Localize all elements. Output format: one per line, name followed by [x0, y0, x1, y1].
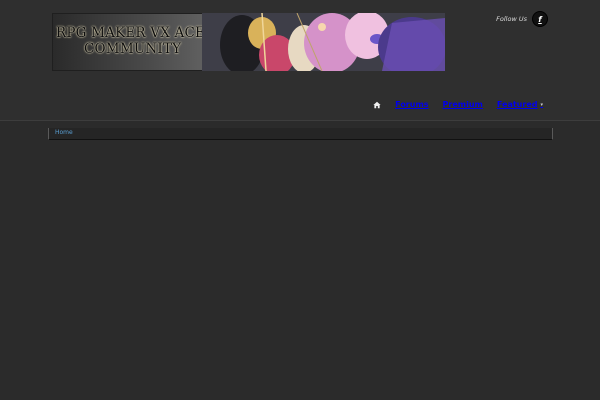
- nav-item-forums-label: Forums: [395, 100, 429, 109]
- home-icon: [373, 101, 381, 108]
- site-header: RPG MAKER VX ACE COMMUNITY Follow Us f F…: [0, 0, 600, 120]
- follow-us: Follow Us f: [496, 12, 547, 26]
- facebook-icon[interactable]: f: [533, 12, 547, 26]
- site-banner-logo[interactable]: RPG MAKER VX ACE COMMUNITY: [52, 13, 445, 71]
- nav-item-featured[interactable]: Featured ▾: [490, 96, 550, 113]
- nav-item-forums[interactable]: Forums: [388, 96, 435, 113]
- nav-item-premium[interactable]: Premium: [436, 96, 490, 113]
- chevron-down-icon: ▾: [540, 101, 543, 108]
- facebook-glyph: f: [538, 14, 542, 24]
- header-divider: [0, 120, 600, 121]
- nav-item-featured-label: Featured: [496, 100, 538, 109]
- breadcrumb: Home: [48, 128, 553, 140]
- nav-item-premium-label: Premium: [442, 100, 483, 109]
- nav-home-button[interactable]: [366, 97, 388, 113]
- main-navigation: Forums Premium Featured ▾: [366, 96, 550, 113]
- follow-us-label: Follow Us: [496, 15, 527, 23]
- banner-characters-artwork: [202, 13, 445, 71]
- breadcrumb-home-link[interactable]: Home: [55, 129, 73, 136]
